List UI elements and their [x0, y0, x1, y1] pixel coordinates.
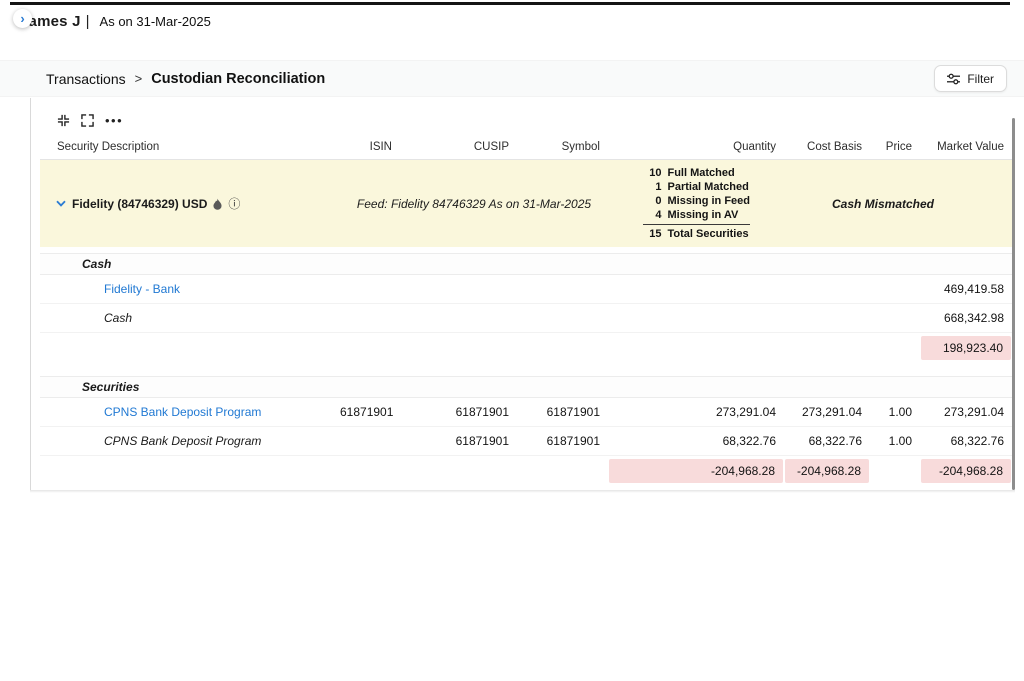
- header-separator: |: [86, 13, 90, 30]
- stat-value: 15: [643, 227, 661, 241]
- filter-button-label: Filter: [967, 72, 994, 86]
- table-toolbar: •••: [40, 106, 1012, 134]
- more-options-icon[interactable]: •••: [105, 114, 123, 127]
- stat-partial-matched: 1 Partial Matched: [643, 180, 750, 194]
- column-market-value: Market Value: [920, 141, 1012, 153]
- stat-total-securities: 15 Total Securities: [643, 224, 750, 241]
- column-symbol: Symbol: [517, 141, 608, 153]
- symbol-cell: 61871901: [517, 405, 608, 419]
- mismatch-cell-market-value: -204,968.28: [921, 459, 1011, 483]
- table-header-row: Security Description ISIN CUSIP Symbol Q…: [40, 134, 1012, 160]
- stat-full-matched: 10 Full Matched: [643, 166, 750, 180]
- vertical-scrollbar[interactable]: [1012, 118, 1015, 490]
- isin-cell: 61871901: [340, 405, 400, 419]
- stat-label: Full Matched: [667, 166, 734, 180]
- section-header-cash: Cash: [40, 253, 1012, 275]
- market-value-cell: 68,322.76: [920, 434, 1012, 448]
- security-link[interactable]: Fidelity - Bank: [40, 282, 340, 296]
- info-icon[interactable]: ⓘ: [228, 198, 240, 210]
- price-cell: 1.00: [870, 405, 920, 419]
- table-row[interactable]: CPNS Bank Deposit Program 61871901 61871…: [40, 398, 1012, 427]
- cusip-cell: 61871901: [400, 434, 517, 448]
- stat-value: 1: [643, 180, 661, 194]
- column-price: Price: [870, 141, 920, 153]
- page-title: Custodian Reconciliation: [151, 71, 325, 87]
- feed-security-label: Cash: [40, 311, 340, 325]
- stat-label: Total Securities: [667, 227, 748, 241]
- section-spacer: [40, 363, 1012, 370]
- panel-bottom-border: [30, 490, 1015, 493]
- flame-icon: [213, 198, 222, 210]
- feed-info-label: Feed: Fidelity 84746329 As on 31-Mar-202…: [340, 197, 608, 211]
- chevron-right-icon: ›: [20, 12, 24, 25]
- match-stats: 10 Full Matched 1 Partial Matched 0 Miss…: [643, 166, 784, 241]
- stat-label: Missing in Feed: [667, 194, 750, 208]
- column-quantity: Quantity: [608, 141, 784, 153]
- expand-all-icon[interactable]: [81, 114, 94, 127]
- custodian-group-title: Fidelity (84746329) USD ⓘ: [40, 197, 340, 211]
- cusip-cell: 61871901: [400, 405, 517, 419]
- reconciliation-table: ••• Security Description ISIN CUSIP Symb…: [40, 106, 1012, 486]
- stat-label: Missing in AV: [667, 208, 738, 222]
- quantity-cell: 68,322.76: [608, 434, 784, 448]
- as-on-date-label: As on 31-Mar-2025: [100, 14, 211, 29]
- stat-missing-in-feed: 0 Missing in Feed: [643, 194, 750, 208]
- mismatch-cell-cost-basis: -204,968.28: [785, 459, 869, 483]
- stat-value: 10: [643, 166, 661, 180]
- chevron-down-icon[interactable]: [56, 200, 66, 207]
- column-isin: ISIN: [340, 141, 400, 153]
- breadcrumb-separator: >: [135, 71, 143, 86]
- table-row[interactable]: Fidelity - Bank 469,419.58: [40, 275, 1012, 304]
- collapse-all-icon[interactable]: [57, 114, 70, 127]
- filter-button[interactable]: Filter: [934, 65, 1007, 92]
- breadcrumb: Transactions > Custodian Reconciliation: [46, 71, 325, 87]
- custodian-account-label: Fidelity (84746329) USD: [72, 197, 207, 211]
- section-header-securities: Securities: [40, 376, 1012, 398]
- column-cost-basis: Cost Basis: [784, 141, 870, 153]
- security-link[interactable]: CPNS Bank Deposit Program: [40, 405, 340, 419]
- symbol-cell: 61871901: [517, 434, 608, 448]
- stat-value: 0: [643, 194, 661, 208]
- filter-icon: [947, 73, 960, 85]
- cost-basis-cell: 68,322.76: [784, 434, 870, 448]
- stat-missing-in-av: 4 Missing in AV: [643, 208, 750, 222]
- feed-security-label: CPNS Bank Deposit Program: [40, 434, 340, 448]
- market-value-cell: 668,342.98: [920, 311, 1012, 325]
- cost-basis-cell: 273,291.04: [784, 405, 870, 419]
- breadcrumb-bar: Transactions > Custodian Reconciliation …: [0, 60, 1024, 97]
- column-security-description: Security Description: [40, 141, 340, 153]
- app-header: James J | As on 31-Mar-2025: [20, 13, 211, 30]
- price-cell: 1.00: [870, 434, 920, 448]
- table-row[interactable]: CPNS Bank Deposit Program 61871901 61871…: [40, 427, 1012, 456]
- sidebar-expand-button[interactable]: ›: [13, 9, 32, 28]
- cash-mismatched-status: Cash Mismatched: [784, 197, 1012, 211]
- difference-row: -204,968.28 -204,968.28 -204,968.28: [40, 456, 1012, 486]
- market-value-cell: 469,419.58: [920, 282, 1012, 296]
- market-value-cell: 273,291.04: [920, 405, 1012, 419]
- mismatch-cell-quantity: -204,968.28: [609, 459, 783, 483]
- panel-left-border: [30, 98, 31, 490]
- window-top-border: [10, 2, 1010, 5]
- stat-value: 4: [643, 208, 661, 222]
- mismatch-cell-market-value: 198,923.40: [921, 336, 1011, 360]
- difference-row: 198,923.40: [40, 333, 1012, 363]
- custodian-group-row[interactable]: Fidelity (84746329) USD ⓘ Feed: Fidelity…: [40, 160, 1012, 247]
- quantity-cell: 273,291.04: [608, 405, 784, 419]
- table-row[interactable]: Cash 668,342.98: [40, 304, 1012, 333]
- column-cusip: CUSIP: [400, 141, 517, 153]
- stat-label: Partial Matched: [667, 180, 748, 194]
- breadcrumb-transactions[interactable]: Transactions: [46, 71, 126, 87]
